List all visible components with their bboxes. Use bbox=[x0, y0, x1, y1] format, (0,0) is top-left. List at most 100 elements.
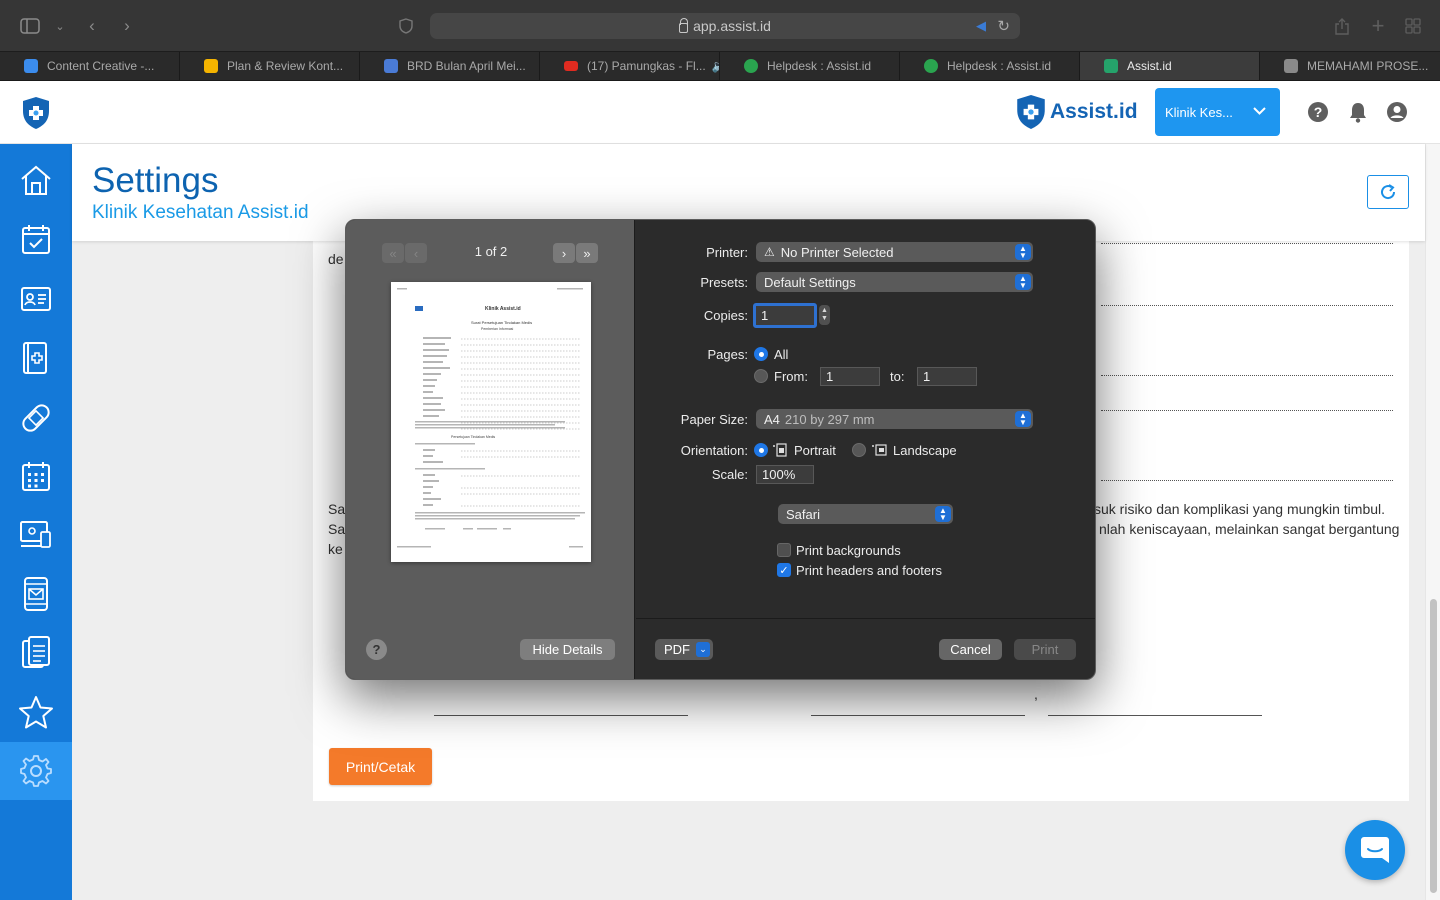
tab-label: Helpdesk : Assist.id bbox=[947, 59, 1052, 73]
form-field-line bbox=[1101, 243, 1393, 244]
article-favicon-icon bbox=[1284, 59, 1298, 73]
first-page-button[interactable]: « bbox=[382, 243, 404, 263]
paper-size-name: A4 bbox=[764, 411, 780, 427]
youtube-favicon-icon bbox=[564, 61, 578, 71]
back-icon[interactable]: ‹ bbox=[80, 14, 104, 38]
tab-overview-icon[interactable] bbox=[1401, 14, 1425, 38]
pages-to-input[interactable]: 1 bbox=[917, 367, 977, 386]
tab-bar: Content Creative -... Plan & Review Kont… bbox=[0, 52, 1440, 81]
brand-logo[interactable]: Assist.id bbox=[1016, 94, 1138, 130]
notification-bell-icon[interactable] bbox=[1347, 101, 1369, 123]
landscape-orientation-icon bbox=[872, 444, 887, 456]
browser-tab[interactable]: Plan & Review Kont... bbox=[180, 52, 360, 80]
next-page-button[interactable]: › bbox=[553, 243, 575, 263]
sidebar-item-settings[interactable] bbox=[0, 742, 72, 800]
privacy-shield-icon[interactable] bbox=[394, 14, 418, 38]
app-logo-icon[interactable] bbox=[22, 96, 50, 135]
paragraph-text: ke bbox=[328, 541, 343, 557]
portrait-radio[interactable] bbox=[754, 443, 768, 457]
pages-range-radio[interactable] bbox=[754, 369, 768, 383]
address-bar[interactable]: app.assist.id ◀︎ ↻ bbox=[430, 13, 1020, 39]
svg-text:Surat Persetujuan Tindakan Med: Surat Persetujuan Tindakan Medis bbox=[471, 320, 532, 325]
scrollbar-thumb[interactable] bbox=[1430, 599, 1437, 893]
sidebar-item-medical-records[interactable] bbox=[0, 329, 72, 387]
slides-favicon-icon bbox=[204, 59, 218, 73]
browser-tab[interactable]: MEMAHAMI PROSE... bbox=[1260, 52, 1440, 80]
svg-text:Persetujuan Tindakan Medis: Persetujuan Tindakan Medis bbox=[451, 435, 495, 439]
refresh-button[interactable] bbox=[1367, 175, 1409, 209]
tab-speaker-icon[interactable]: 🔈 bbox=[712, 59, 719, 73]
pages-from-input[interactable]: 1 bbox=[820, 367, 880, 386]
sidebar-item-home[interactable] bbox=[0, 151, 72, 209]
dialog-divider bbox=[636, 618, 1095, 619]
printer-select[interactable]: ⚠ No Printer Selected ▲ ▼ bbox=[756, 242, 1033, 262]
google-drive-favicon-icon bbox=[24, 59, 38, 73]
assist-favicon-icon bbox=[1104, 59, 1118, 73]
print-cetak-button[interactable]: Print/Cetak bbox=[329, 748, 432, 785]
sidebar-item-appointments[interactable] bbox=[0, 210, 72, 268]
form-field-line bbox=[1101, 375, 1393, 376]
scale-input[interactable]: 100% bbox=[756, 465, 814, 484]
chat-launcher-button[interactable] bbox=[1345, 820, 1405, 880]
print-headers-footers-checkbox[interactable]: ✓ bbox=[777, 563, 791, 577]
pages-label: Pages: bbox=[707, 347, 748, 362]
mail-device-icon bbox=[24, 577, 48, 611]
paragraph-text: nlah keniscayaan, melainkan sangat berga… bbox=[1099, 521, 1400, 537]
printer-label: Printer: bbox=[706, 245, 748, 260]
document-text-fragment: de bbox=[328, 251, 344, 267]
reload-icon[interactable]: ↻ bbox=[997, 17, 1010, 35]
chat-icon bbox=[1361, 837, 1389, 863]
paragraph-text: Sa bbox=[328, 521, 346, 537]
pages-all-radio[interactable] bbox=[754, 347, 768, 361]
browser-tab[interactable]: Helpdesk : Assist.id bbox=[720, 52, 900, 80]
sidebar-item-reports[interactable] bbox=[0, 624, 72, 682]
audio-playing-icon[interactable]: ◀︎ bbox=[976, 18, 986, 34]
sidebar-item-messages[interactable] bbox=[0, 565, 72, 623]
sidebar-item-schedule[interactable] bbox=[0, 447, 72, 505]
copies-stepper[interactable]: ▲ ▼ bbox=[819, 305, 830, 325]
app-options-select[interactable]: Safari ▲ ▼ bbox=[778, 504, 953, 524]
paragraph-text: Sa bbox=[328, 501, 346, 517]
page-scrollbar[interactable] bbox=[1425, 144, 1440, 900]
tab-group-chevron-icon[interactable]: ⌄ bbox=[48, 14, 72, 38]
new-tab-icon[interactable]: + bbox=[1366, 13, 1390, 38]
user-account-icon[interactable] bbox=[1386, 101, 1408, 123]
page-thumbnail: Klinik Assist.id Surat Persetujuan Tinda… bbox=[391, 282, 591, 562]
browser-tab[interactable]: Helpdesk : Assist.id bbox=[900, 52, 1080, 80]
browser-tab-active[interactable]: Assist.id bbox=[1080, 52, 1260, 80]
help-button[interactable]: ? bbox=[366, 639, 387, 660]
brand-shield-icon bbox=[1017, 95, 1045, 129]
hide-details-button[interactable]: Hide Details bbox=[520, 639, 615, 660]
pdf-menu-button[interactable]: PDF ⌄ bbox=[655, 639, 713, 660]
last-page-button[interactable]: » bbox=[576, 243, 598, 263]
print-dialog: « ‹ 1 of 2 › » Klinik Assist.id Surat Pe… bbox=[345, 219, 1096, 680]
sidebar-item-treatments[interactable] bbox=[0, 389, 72, 447]
sidebar-toggle-icon[interactable] bbox=[18, 14, 42, 38]
copies-label: Copies: bbox=[703, 308, 748, 323]
sidebar-item-patients[interactable] bbox=[0, 270, 72, 328]
print-backgrounds-checkbox[interactable] bbox=[777, 543, 791, 557]
browser-tab[interactable]: BRD Bulan April Mei... bbox=[360, 52, 540, 80]
form-field-line bbox=[1101, 305, 1393, 306]
copies-input[interactable]: 1 bbox=[753, 303, 817, 328]
clinic-selector[interactable]: Klinik Kes... bbox=[1155, 88, 1280, 136]
sidebar-item-reviews[interactable] bbox=[0, 683, 72, 741]
url-text: app.assist.id bbox=[693, 18, 771, 34]
help-icon[interactable]: ? bbox=[1307, 101, 1329, 123]
landscape-radio[interactable] bbox=[852, 443, 866, 457]
paper-size-select[interactable]: A4 210 by 297 mm ▲ ▼ bbox=[756, 409, 1033, 429]
browser-tab[interactable]: (17) Pamungkas - Fl... 🔈 bbox=[540, 52, 720, 80]
settings-gear-icon bbox=[20, 755, 52, 787]
bandage-icon bbox=[22, 404, 50, 432]
cancel-button[interactable]: Cancel bbox=[939, 639, 1002, 660]
page-indicator: 1 of 2 bbox=[474, 244, 508, 259]
forward-icon[interactable]: › bbox=[115, 14, 139, 38]
browser-tab[interactable]: Content Creative -... bbox=[0, 52, 180, 80]
sidebar-item-telemedicine[interactable] bbox=[0, 506, 72, 564]
tab-label: Helpdesk : Assist.id bbox=[767, 59, 872, 73]
share-icon[interactable] bbox=[1330, 14, 1354, 38]
presets-select[interactable]: Default Settings ▲ ▼ bbox=[756, 272, 1033, 292]
print-button[interactable]: Print bbox=[1014, 639, 1076, 660]
previous-page-button[interactable]: ‹ bbox=[405, 243, 427, 263]
signature-line bbox=[434, 715, 688, 716]
